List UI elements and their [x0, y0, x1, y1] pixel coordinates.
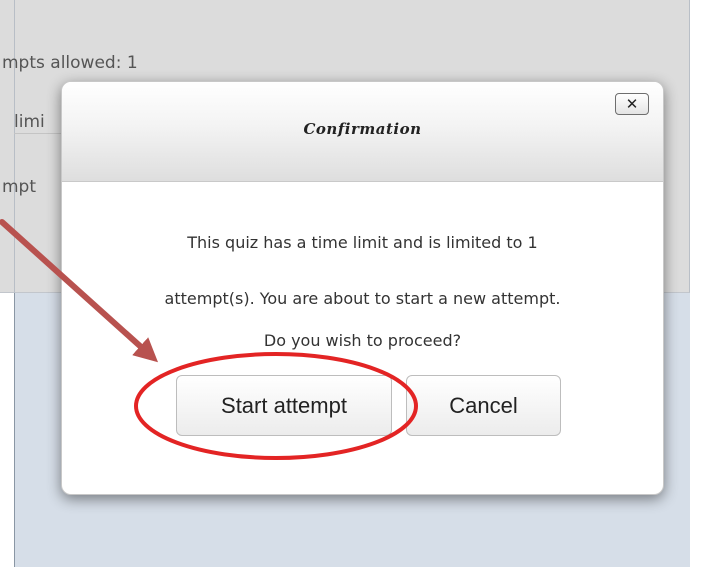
time-limit-text: limi — [14, 112, 45, 132]
close-icon: ✕ — [625, 95, 639, 113]
cancel-button[interactable]: Cancel — [406, 375, 561, 436]
dialog-header: Confirmation ✕ — [62, 82, 663, 182]
confirmation-dialog: Confirmation ✕ This quiz has a time limi… — [61, 81, 664, 495]
attempt-button-partial-text: mpt — [2, 177, 37, 197]
attempts-allowed-text: mpts allowed: 1 — [2, 53, 138, 73]
background-panel-border — [14, 0, 15, 293]
message-line-2: attempt(s). You are about to start a new… — [164, 289, 561, 308]
dialog-body: This quiz has a time limit and is limite… — [62, 183, 663, 494]
start-attempt-button[interactable]: Start attempt — [176, 375, 392, 436]
message-line-1: This quiz has a time limit and is limite… — [187, 233, 538, 252]
message-line-3: Do you wish to proceed? — [263, 331, 462, 350]
close-button[interactable]: ✕ — [615, 93, 649, 115]
dialog-title: Confirmation — [303, 120, 422, 138]
